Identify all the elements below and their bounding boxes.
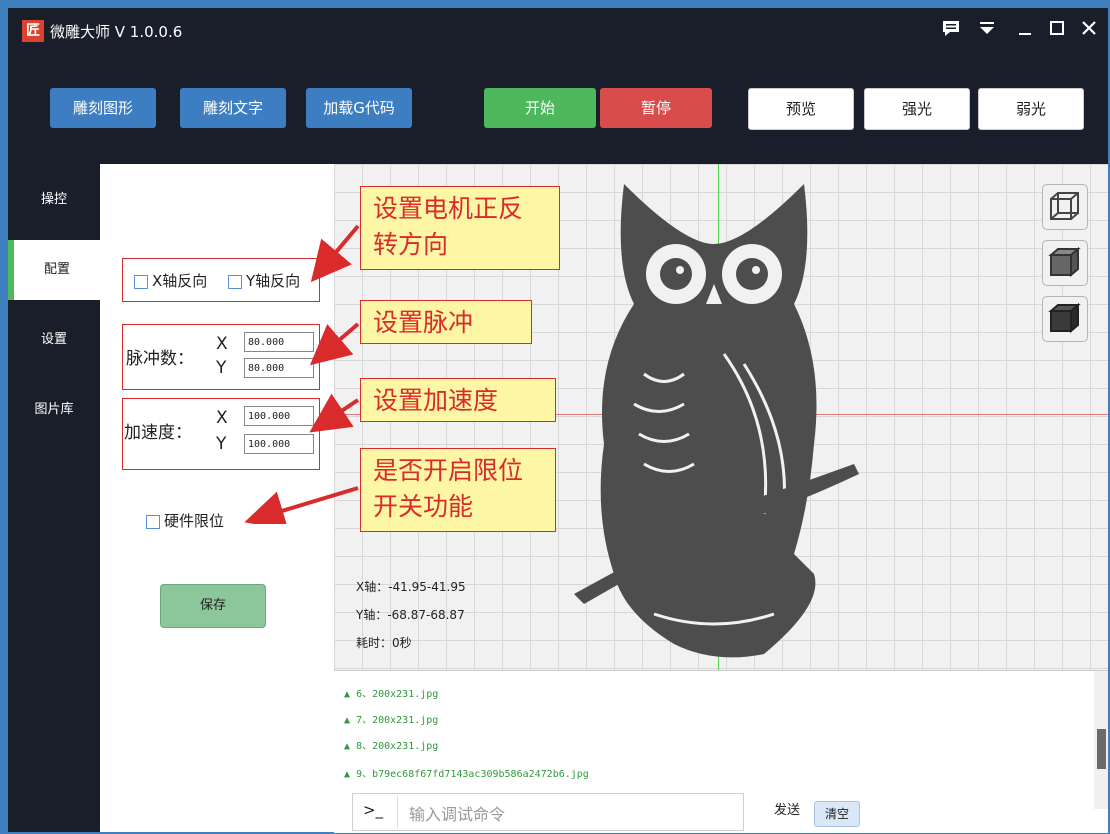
divider bbox=[397, 796, 398, 828]
sidebar-item-config[interactable]: 配置 bbox=[8, 240, 100, 300]
title-bar: 匠 微雕大师 V 1.0.0.6 bbox=[8, 8, 1108, 56]
accel-label: 加速度： bbox=[124, 423, 192, 443]
toolbar: 雕刻图形 雕刻文字 加载G代码 开始 暂停 预览 强光 弱光 bbox=[8, 56, 1108, 164]
close-icon[interactable] bbox=[1076, 18, 1102, 42]
bell-icon: ▲ bbox=[344, 741, 351, 752]
save-button[interactable]: 保存 bbox=[160, 584, 266, 628]
app-title: 微雕大师 V 1.0.0.6 bbox=[50, 23, 183, 41]
send-button[interactable]: 发送 bbox=[754, 795, 820, 827]
strong-light-button[interactable]: 强光 bbox=[864, 88, 970, 130]
log-scrollbar[interactable] bbox=[1094, 671, 1108, 809]
pause-button[interactable]: 暂停 bbox=[600, 88, 712, 128]
wireframe-view-button[interactable] bbox=[1042, 184, 1088, 230]
command-input-box[interactable]: >_ 输入调试命令 bbox=[352, 793, 744, 831]
start-button[interactable]: 开始 bbox=[484, 88, 596, 128]
callout-limit-switch: 是否开启限位开关功能 bbox=[360, 448, 556, 532]
log-row: ▲ 7、200x231.jpg bbox=[344, 715, 439, 726]
app-window: 匠 微雕大师 V 1.0.0.6 雕刻图形 雕刻文字 加载G代码 开始 暂停 预… bbox=[8, 8, 1108, 833]
sidebar-item-settings[interactable]: 设置 bbox=[8, 310, 100, 370]
pulse-label: 脉冲数： bbox=[126, 349, 194, 369]
sidebar: 操控 配置 设置 图片库 bbox=[8, 164, 100, 832]
x-reverse-label: X轴反向 bbox=[152, 272, 208, 290]
debug-console: ▲ 6、200x231.jpg ▲ 7、200x231.jpg ▲ 8、200x… bbox=[334, 670, 1108, 833]
x-reverse-checkbox[interactable]: X轴反向 bbox=[134, 270, 207, 291]
preview-button[interactable]: 预览 bbox=[748, 88, 854, 130]
weak-light-button[interactable]: 弱光 bbox=[978, 88, 1084, 130]
wireframe-cube-icon bbox=[1050, 192, 1079, 220]
callout-motor-direction: 设置电机正反转方向 bbox=[360, 186, 560, 270]
time-readout: 耗时：0秒 bbox=[356, 636, 412, 650]
app-logo: 匠 bbox=[22, 20, 44, 42]
checkbox-icon bbox=[134, 274, 148, 289]
engrave-shape-button[interactable]: 雕刻图形 bbox=[50, 88, 156, 128]
log-row: ▲ 9、b79ec68f67fd7143ac309b586a2472b6.jpg bbox=[344, 769, 589, 780]
y-range-readout: Y轴：-68.87-68.87 bbox=[356, 608, 465, 622]
solid-view-button[interactable] bbox=[1042, 296, 1088, 342]
log-row: ▲ 8、200x231.jpg bbox=[344, 741, 439, 752]
x-range-readout: X轴：-41.95-41.95 bbox=[356, 580, 466, 594]
command-input[interactable]: 输入调试命令 bbox=[409, 801, 505, 825]
solid-cube-icon bbox=[1048, 302, 1081, 334]
log-row: ▲ 6、200x231.jpg bbox=[344, 689, 439, 700]
owl-image bbox=[574, 184, 859, 658]
chat-icon[interactable] bbox=[938, 18, 964, 42]
scroll-thumb[interactable] bbox=[1097, 729, 1106, 769]
load-gcode-button[interactable]: 加载G代码 bbox=[306, 88, 412, 128]
maximize-icon[interactable] bbox=[1044, 18, 1070, 42]
menu-down-icon[interactable] bbox=[974, 18, 1000, 42]
callout-acceleration: 设置加速度 bbox=[360, 378, 556, 422]
bell-icon: ▲ bbox=[344, 769, 351, 780]
prompt-label: >_ bbox=[363, 801, 384, 819]
clear-button[interactable]: 清空 bbox=[814, 801, 860, 827]
sidebar-item-control[interactable]: 操控 bbox=[8, 170, 100, 230]
bell-icon: ▲ bbox=[344, 715, 351, 726]
bell-icon: ▲ bbox=[344, 689, 351, 700]
callout-pulse: 设置脉冲 bbox=[360, 300, 532, 344]
shaded-view-button[interactable] bbox=[1042, 240, 1088, 286]
minimize-icon[interactable] bbox=[1012, 18, 1038, 42]
engrave-text-button[interactable]: 雕刻文字 bbox=[180, 88, 286, 128]
checkbox-icon bbox=[146, 514, 160, 529]
shaded-cube-icon bbox=[1048, 246, 1081, 278]
sidebar-item-gallery[interactable]: 图片库 bbox=[8, 380, 100, 440]
